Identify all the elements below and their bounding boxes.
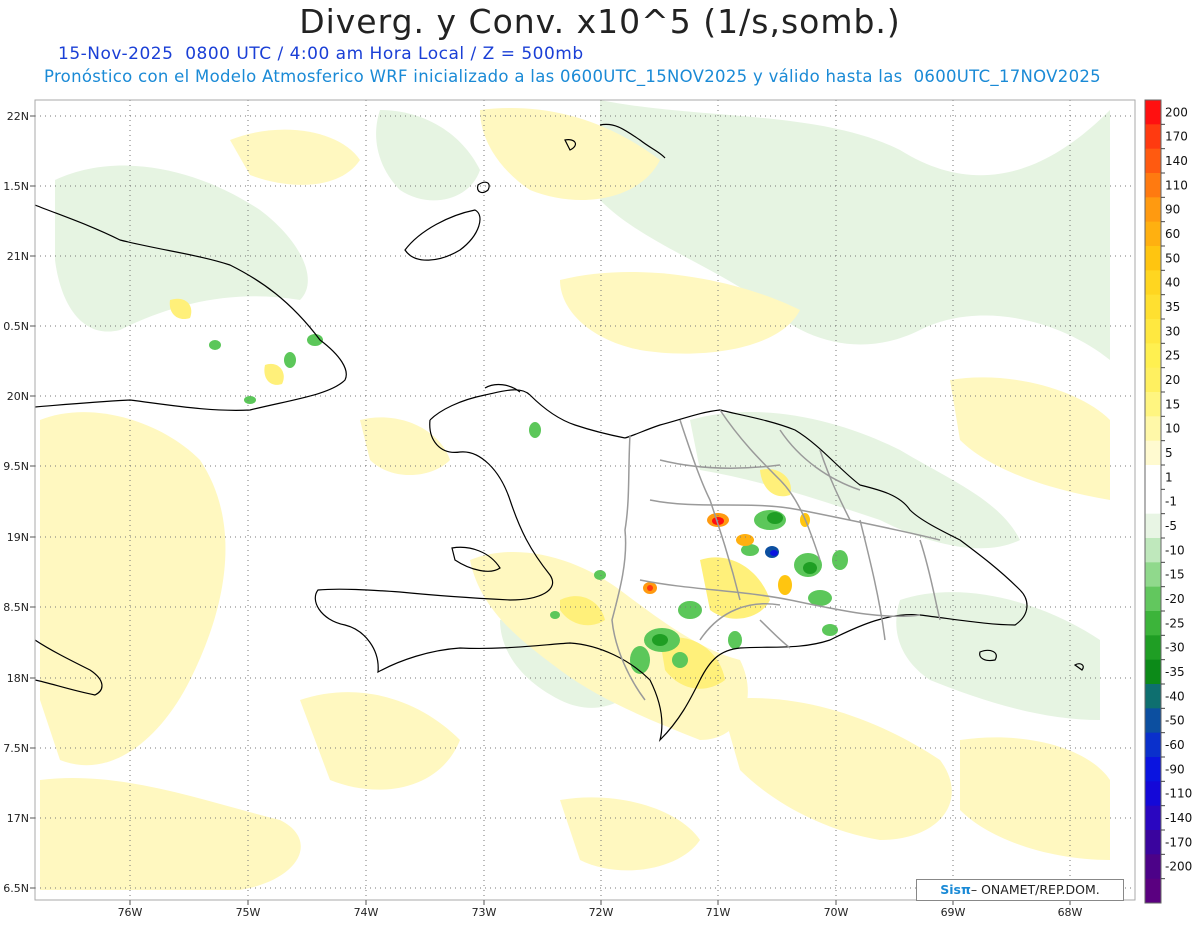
latitude-label: 20N [7, 390, 29, 403]
colorbar-label: 20 [1165, 373, 1180, 387]
colorbar-swatch [1145, 854, 1161, 880]
colorbar-swatch [1145, 319, 1161, 344]
colorbar-label: -50 [1165, 714, 1185, 728]
latitude-label: 21N [7, 250, 29, 263]
colorbar-label: 170 [1165, 130, 1188, 144]
colorbar-swatch [1145, 367, 1161, 393]
colorbar-swatch [1145, 732, 1161, 758]
credit-box: Sisπ– ONAMET/REP.DOM. [916, 879, 1124, 901]
colorbar-label: 10 [1165, 422, 1180, 436]
colorbar-swatch [1145, 392, 1161, 417]
latitude-label: 18N [7, 672, 29, 685]
colorbar-swatch [1145, 440, 1161, 466]
colorbar-label: -15 [1165, 568, 1185, 582]
colorbar-swatch [1145, 878, 1161, 904]
longitude-label: 72W [589, 906, 614, 919]
colorbar-label: 50 [1165, 251, 1180, 265]
colorbar-swatch [1145, 781, 1161, 807]
divergence-map: 22N 1.5N 21N 0.5N 20N 9.5N 19N 8.5N 18N 7.5N 17N 6.… [3, 99, 1192, 919]
colorbar-swatch [1145, 635, 1161, 661]
colorbar: 200 170 140 110 90 60 50 40 35 30 25 20 15 10 5 1 -1 -5 -1… [1144, 99, 1192, 904]
colorbar-label: 140 [1165, 154, 1188, 168]
colorbar-swatch [1145, 416, 1161, 442]
colorbar-label: -25 [1165, 616, 1185, 630]
latitude-labels: 22N 1.5N 21N 0.5N 20N 9.5N 19N 8.5N 18N 7.5N 17N 6.… [3, 110, 35, 895]
longitude-label: 71W [706, 906, 731, 919]
longitude-label: 69W [941, 906, 966, 919]
colorbar-label: -5 [1165, 519, 1177, 533]
colorbar-label: -90 [1165, 762, 1185, 776]
colorbar-label: 35 [1165, 300, 1180, 314]
colorbar-label: 60 [1165, 227, 1180, 241]
colorbar-label: 200 [1165, 105, 1188, 119]
colorbar-swatch [1145, 611, 1161, 636]
colorbar-swatch [1145, 805, 1161, 831]
colorbar-label: -30 [1165, 641, 1185, 655]
longitude-labels: 76W 75W 74W 73W 72W 71W 70W 69W 68W [118, 900, 1083, 919]
colorbar-swatch [1145, 684, 1161, 709]
latitude-label: 8.5N [3, 601, 29, 614]
colorbar-swatch [1145, 148, 1161, 174]
latitude-label: 0.5N [3, 320, 29, 333]
colorbar-swatch [1145, 538, 1161, 563]
colorbar-label: -40 [1165, 689, 1185, 703]
sispi-logo: Sisπ [940, 882, 971, 897]
colorbar-swatch [1145, 757, 1161, 782]
colorbar-swatch [1145, 489, 1161, 515]
colorbar-label: 90 [1165, 203, 1180, 217]
latitude-label: 22N [7, 110, 29, 123]
colorbar-swatch [1145, 465, 1161, 490]
longitude-label: 75W [236, 906, 261, 919]
longitude-label: 68W [1058, 906, 1083, 919]
colorbar-swatch [1145, 659, 1161, 685]
colorbar-swatch [1145, 830, 1161, 855]
latitude-label: 7.5N [3, 742, 29, 755]
colorbar-swatch [1145, 294, 1161, 320]
colorbar-label: -200 [1165, 860, 1192, 874]
colorbar-swatch [1145, 270, 1161, 296]
colorbar-label: -10 [1165, 543, 1185, 557]
colorbar-label: 110 [1165, 178, 1188, 192]
colorbar-label: 25 [1165, 349, 1180, 363]
colorbar-swatch [1145, 586, 1161, 612]
colorbar-swatch [1145, 100, 1161, 125]
credit-text: – ONAMET/REP.DOM. [970, 882, 1100, 897]
longitude-label: 76W [118, 906, 143, 919]
colorbar-label: -110 [1165, 787, 1192, 801]
longitude-label: 74W [354, 906, 379, 919]
colorbar-swatch [1145, 513, 1161, 539]
colorbar-label: 30 [1165, 324, 1180, 338]
colorbar-label: -140 [1165, 811, 1192, 825]
colorbar-label: 1 [1165, 470, 1173, 484]
colorbar-label: -20 [1165, 592, 1185, 606]
latitude-label: 19N [7, 531, 29, 544]
latitude-label: 17N [7, 812, 29, 825]
longitude-label: 70W [824, 906, 849, 919]
colorbar-label: -35 [1165, 665, 1185, 679]
colorbar-swatch [1145, 197, 1161, 223]
colorbar-swatch [1145, 562, 1161, 588]
colorbar-label: -170 [1165, 835, 1192, 849]
colorbar-swatch [1145, 124, 1161, 150]
colorbar-label: -1 [1165, 495, 1177, 509]
colorbar-swatch [1145, 343, 1161, 369]
longitude-label: 73W [472, 906, 497, 919]
colorbar-label: 40 [1165, 276, 1180, 290]
colorbar-swatch [1145, 246, 1161, 271]
colorbar-label: 15 [1165, 397, 1180, 411]
colorbar-swatch [1145, 708, 1161, 734]
colorbar-swatch [1145, 173, 1161, 198]
colorbar-label: 5 [1165, 446, 1173, 460]
colorbar-swatch [1145, 221, 1161, 247]
latitude-label: 9.5N [3, 460, 29, 473]
latitude-label: 1.5N [3, 180, 29, 193]
colorbar-label: -60 [1165, 738, 1185, 752]
latitude-label: 6.5N [3, 882, 29, 895]
